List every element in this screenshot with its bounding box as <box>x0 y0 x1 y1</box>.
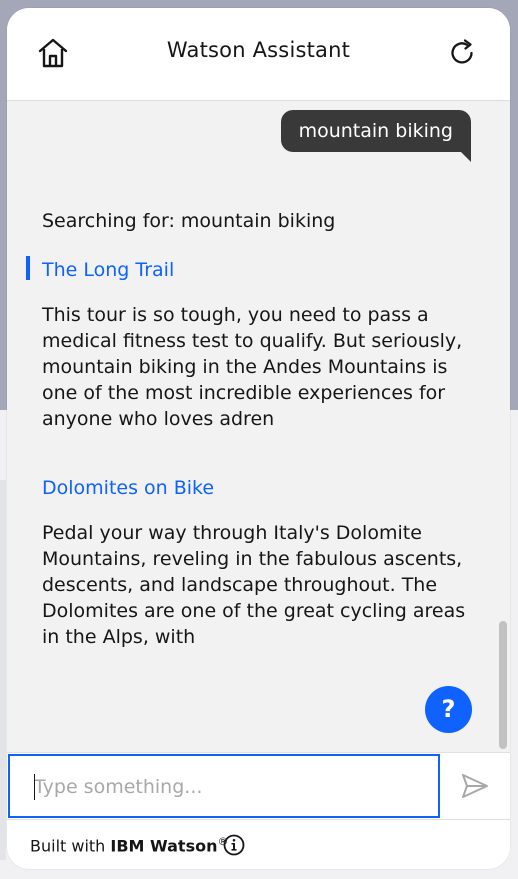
send-button[interactable] <box>455 767 495 805</box>
header-title: Watson Assistant <box>166 38 351 62</box>
built-with-label: Built with IBM Watson® <box>30 835 228 855</box>
widget-footer: Built with IBM Watson® <box>7 819 510 869</box>
input-box <box>8 754 440 818</box>
built-with-prefix: Built with <box>30 836 111 856</box>
result-title-link[interactable]: The Long Trail <box>42 257 174 283</box>
text-caret <box>34 774 35 800</box>
chat-log[interactable]: mountain biking Searching for: mountain … <box>7 101 510 752</box>
restart-icon <box>451 39 473 64</box>
assistant-widget: Watson Assistant mountain biking Searchi… <box>7 8 510 869</box>
info-button[interactable] <box>223 834 245 856</box>
restart-button[interactable] <box>442 33 482 73</box>
user-message-bubble: mountain biking <box>280 110 471 152</box>
info-icon <box>223 834 245 856</box>
input-area <box>7 752 510 819</box>
help-button[interactable]: ? <box>425 686 472 733</box>
searching-status: Searching for: mountain biking <box>42 210 336 232</box>
background-panel <box>0 480 6 860</box>
message-input[interactable] <box>34 774 429 800</box>
chat-scrollbar[interactable] <box>499 621 507 749</box>
result-focus-indicator <box>26 256 30 280</box>
result-title-link[interactable]: Dolomites on Bike <box>42 475 214 501</box>
user-message-tail <box>461 152 471 162</box>
widget-header: Watson Assistant <box>7 8 510 101</box>
result-description: Pedal your way through Italy's Dolomite … <box>42 522 466 648</box>
brand-name: IBM Watson <box>110 836 218 856</box>
send-icon <box>462 774 488 798</box>
result-description: This tour is so tough, you need to pass … <box>42 304 463 430</box>
